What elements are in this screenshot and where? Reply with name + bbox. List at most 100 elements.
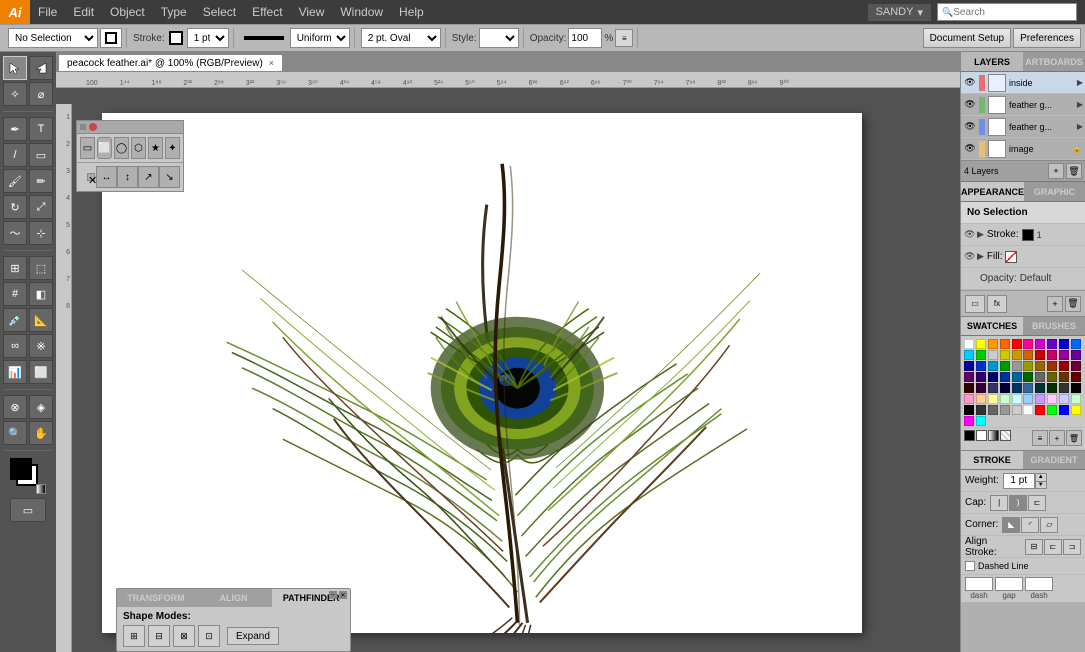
swatch-cell[interactable] xyxy=(1059,405,1069,415)
menu-view[interactable]: View xyxy=(291,0,333,24)
swatch-cell[interactable] xyxy=(964,383,974,393)
layer-expand-inside[interactable]: ▶ xyxy=(1077,78,1083,87)
polygon-btn[interactable]: ⬡ xyxy=(131,137,146,159)
gradient-btn[interactable]: ◧ xyxy=(29,282,53,306)
stroke-uniform-select[interactable]: Uniform xyxy=(290,28,350,48)
rect-tool-btn[interactable]: ▭ xyxy=(29,143,53,167)
swatch-cell[interactable] xyxy=(976,361,986,371)
eraser-btn[interactable]: ◈ xyxy=(29,395,53,419)
swatch-cell[interactable] xyxy=(988,383,998,393)
layer-item-feather1[interactable]: 👁 feather g... ▶ xyxy=(961,94,1085,116)
rect-shape-btn[interactable]: ▭ xyxy=(80,137,95,159)
graphic-tab[interactable]: GRAPHIC xyxy=(1024,182,1085,201)
swatch-cell[interactable] xyxy=(1059,383,1069,393)
swatch-cell[interactable] xyxy=(1023,339,1033,349)
column-graph-btn[interactable]: 📊 xyxy=(3,360,27,384)
canvas-viewport[interactable]: ▭ ⬜ ◯ ⬡ ★ ✦ ✕ ↔ ↕ ↗ ↘ xyxy=(72,88,960,652)
dash1-input[interactable] xyxy=(965,577,993,591)
cap-round-btn[interactable]: ) xyxy=(1009,495,1027,511)
preferences-button[interactable]: Preferences xyxy=(1013,28,1081,48)
swatch-cell[interactable] xyxy=(1035,372,1045,382)
brush-select[interactable]: 2 pt. Oval xyxy=(361,28,441,48)
appearance-delete-btn[interactable]: 🗑 xyxy=(1065,296,1081,312)
swatch-cell[interactable] xyxy=(1071,339,1081,349)
hand-btn[interactable]: ✋ xyxy=(29,421,53,445)
user-menu[interactable]: SANDY ▾ xyxy=(868,4,931,21)
swatch-cell[interactable] xyxy=(1071,383,1081,393)
corner-bevel-btn[interactable]: ▱ xyxy=(1040,517,1058,533)
color-selector[interactable] xyxy=(10,458,46,494)
swatch-cell[interactable] xyxy=(1000,405,1010,415)
swatch-white[interactable] xyxy=(976,430,987,441)
blend-btn[interactable]: ∞ xyxy=(3,334,27,358)
swatch-cell[interactable] xyxy=(1000,339,1010,349)
panel-close-x[interactable]: ✕ xyxy=(87,173,95,181)
swatch-cell[interactable] xyxy=(1059,339,1069,349)
panel-minimize-btn[interactable]: – xyxy=(329,591,337,599)
layer-eye-feather2[interactable]: 👁 xyxy=(963,121,977,132)
shape-builder-btn[interactable]: ⊞ xyxy=(3,256,27,280)
swatch-cell[interactable] xyxy=(1071,394,1081,404)
menu-type[interactable]: Type xyxy=(153,0,195,24)
swatch-cell[interactable] xyxy=(1047,405,1057,415)
swatch-cell[interactable] xyxy=(964,339,974,349)
cap-butt-btn[interactable]: | xyxy=(990,495,1008,511)
menu-edit[interactable]: Edit xyxy=(65,0,102,24)
pen-tool-btn[interactable]: ✒ xyxy=(3,117,27,141)
swatch-cell[interactable] xyxy=(1012,383,1022,393)
swatch-black[interactable] xyxy=(964,430,975,441)
stroke-visibility[interactable]: 👁 xyxy=(964,229,974,240)
symbol-btn[interactable]: ※ xyxy=(29,334,53,358)
bottom-panel-close-btn[interactable]: ✕ xyxy=(339,591,347,599)
swatch-new-btn[interactable]: + xyxy=(1049,430,1065,446)
pencil-btn[interactable]: ✏ xyxy=(29,169,53,193)
dash2-input[interactable] xyxy=(1025,577,1053,591)
transform-corner-btn[interactable]: ↘ xyxy=(159,166,180,188)
minus-front-btn[interactable]: ⊟ xyxy=(148,625,170,647)
cap-square-btn[interactable]: ⊏ xyxy=(1028,495,1046,511)
swatch-cell[interactable] xyxy=(1035,405,1045,415)
scale-btn[interactable]: ⤢ xyxy=(29,195,53,219)
swatch-cell[interactable] xyxy=(1047,383,1057,393)
tab-transform[interactable]: TRANSFORM xyxy=(117,589,195,607)
brushes-tab[interactable]: BRUSHES xyxy=(1023,317,1085,335)
tab-align[interactable]: ALIGN xyxy=(195,589,273,607)
swatch-cell[interactable] xyxy=(1012,339,1022,349)
swatch-cell[interactable] xyxy=(1071,350,1081,360)
selection-tool-btn[interactable] xyxy=(3,56,27,80)
style-select[interactable] xyxy=(479,28,519,48)
gradient-tab[interactable]: GRADIENT xyxy=(1023,451,1085,469)
direct-selection-tool-btn[interactable] xyxy=(29,56,53,80)
measure-btn[interactable]: 📐 xyxy=(29,308,53,332)
transform-left-btn[interactable]: ↔ xyxy=(96,166,117,188)
zoom-btn[interactable]: 🔍 xyxy=(3,421,27,445)
swatch-cell[interactable] xyxy=(1000,361,1010,371)
swatch-options-btn[interactable]: ≡ xyxy=(1032,430,1048,446)
swatch-cell[interactable] xyxy=(988,405,998,415)
swatch-cell[interactable] xyxy=(964,372,974,382)
delete-layer-btn[interactable]: 🗑 xyxy=(1066,163,1082,179)
selection-color-btn[interactable] xyxy=(100,28,122,48)
expand-btn[interactable]: Expand xyxy=(227,627,279,645)
swatch-cell[interactable] xyxy=(1047,394,1057,404)
swatch-cell[interactable] xyxy=(1071,372,1081,382)
layer-item-feather2[interactable]: 👁 feather g... ▶ xyxy=(961,116,1085,138)
appearance-tab[interactable]: APPEARANCE xyxy=(961,182,1024,201)
layers-tab[interactable]: LAYERS xyxy=(961,52,1023,71)
appearance-fx-btn[interactable]: fx xyxy=(987,295,1007,313)
transform-right-btn[interactable]: ↗ xyxy=(138,166,159,188)
swatch-cell[interactable] xyxy=(988,350,998,360)
menu-window[interactable]: Window xyxy=(332,0,391,24)
swatch-cell[interactable] xyxy=(988,394,998,404)
document-tab[interactable]: peacock feather.ai* @ 100% (RGB/Preview)… xyxy=(58,54,283,72)
swatch-cell[interactable] xyxy=(1047,339,1057,349)
menu-object[interactable]: Object xyxy=(102,0,153,24)
swatch-cell[interactable] xyxy=(1012,394,1022,404)
weight-input[interactable] xyxy=(1003,473,1035,489)
rotate-btn[interactable]: ↻ xyxy=(3,195,27,219)
swatch-cell[interactable] xyxy=(1012,350,1022,360)
swatch-cell[interactable] xyxy=(976,405,986,415)
swatch-cell[interactable] xyxy=(976,416,986,426)
swatches-tab[interactable]: SWATCHES xyxy=(961,317,1023,335)
swatch-cell[interactable] xyxy=(964,394,974,404)
